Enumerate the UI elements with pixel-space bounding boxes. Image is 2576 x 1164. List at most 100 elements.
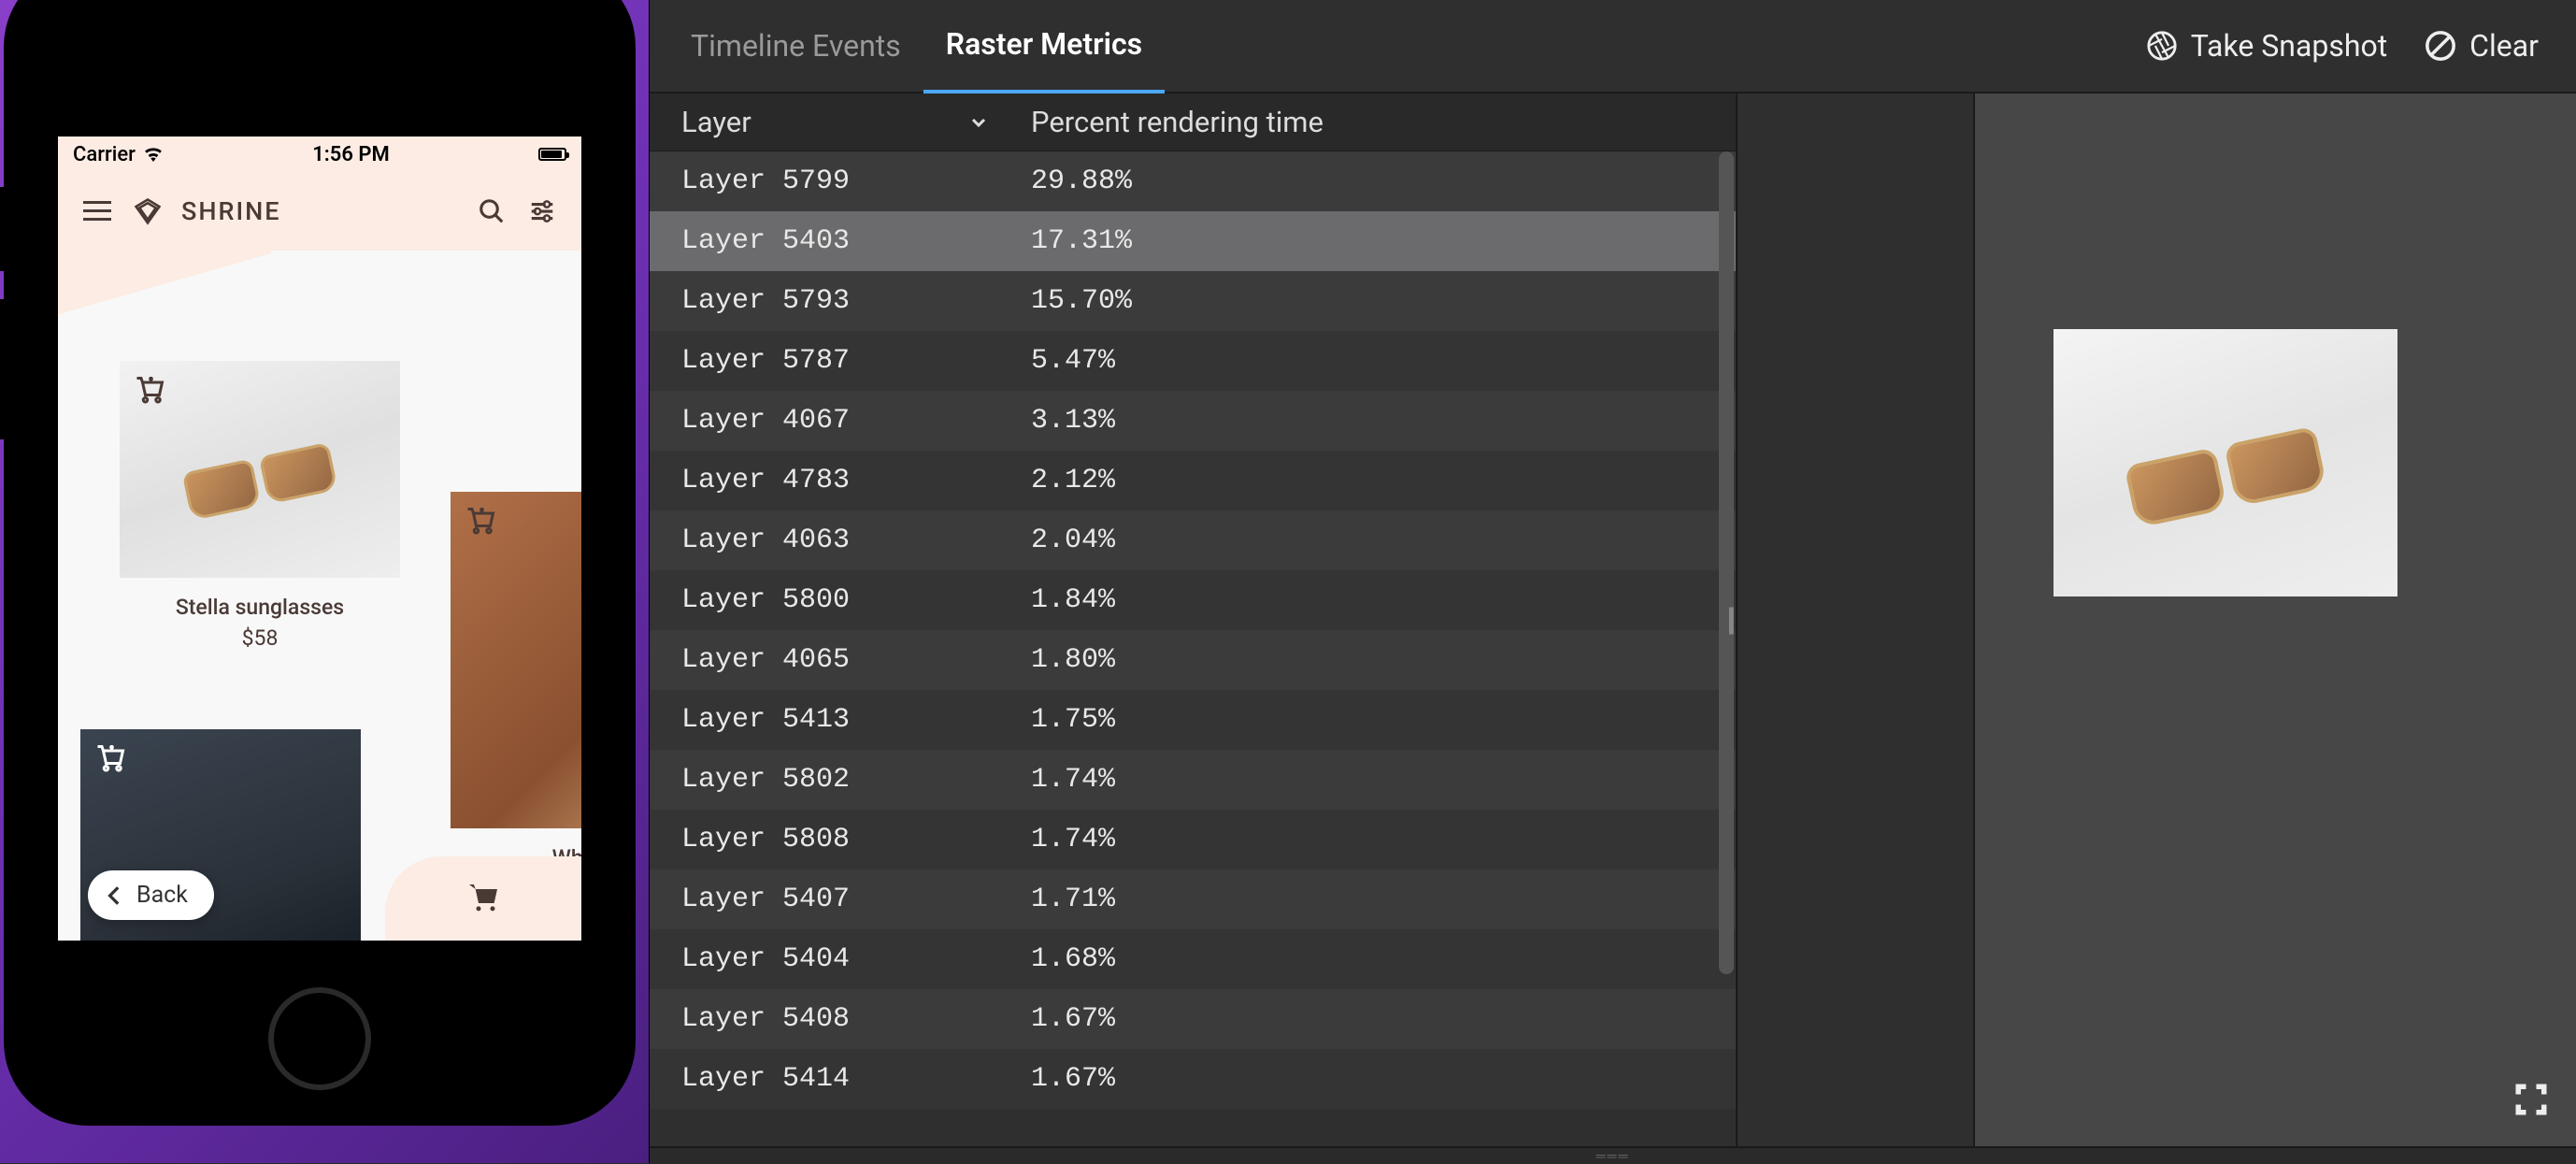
cell-layer: Layer 5407: [650, 884, 1005, 915]
carrier-label: Carrier: [73, 143, 136, 166]
simulator-pane: Carrier 1:56 PM: [0, 0, 649, 1163]
back-button[interactable]: Back: [88, 870, 214, 920]
phone-body: Carrier 1:56 PM: [30, 0, 609, 1099]
table-row[interactable]: Layer 54081.67%: [650, 989, 1736, 1049]
menu-icon[interactable]: [80, 194, 114, 228]
cell-layer: Layer 4063: [650, 525, 1005, 556]
clock-label: 1:56 PM: [312, 143, 390, 166]
cell-layer: Layer 5793: [650, 285, 1005, 317]
cart-icon: [465, 880, 502, 917]
take-snapshot-label: Take Snapshot: [2191, 28, 2387, 64]
cell-layer: Layer 5799: [650, 165, 1005, 197]
cell-layer: Layer 5787: [650, 345, 1005, 377]
cell-percent: 2.04%: [1005, 525, 1736, 556]
cell-percent: 15.70%: [1005, 285, 1736, 317]
table-row[interactable]: Layer 54131.75%: [650, 690, 1736, 750]
cell-layer: Layer 5408: [650, 1003, 1005, 1035]
cart-sheet[interactable]: [385, 856, 581, 941]
tune-icon[interactable]: [525, 194, 559, 228]
table-row[interactable]: Layer 54141.67%: [650, 1049, 1736, 1109]
table-header: Layer Percent rendering time: [650, 93, 1736, 151]
product-price: $58: [120, 625, 400, 651]
cell-percent: 29.88%: [1005, 165, 1736, 197]
app-bar: SHRINE: [58, 172, 581, 251]
cell-layer: Layer 4067: [650, 405, 1005, 437]
cell-percent: 17.31%: [1005, 225, 1736, 257]
preview-pane: ||: [1738, 93, 2576, 1146]
scrollbar[interactable]: [1719, 151, 1734, 974]
product-name: Stella sunglasses: [120, 595, 400, 620]
table-body[interactable]: Layer 579929.88%Layer 540317.31%Layer 57…: [650, 151, 1736, 1146]
column-header-layer[interactable]: Layer: [650, 105, 1005, 139]
cell-percent: 1.68%: [1005, 943, 1736, 975]
bottom-resize-handle[interactable]: ═══: [650, 1146, 2576, 1163]
phone-frame: Carrier 1:56 PM: [4, 0, 636, 1126]
cell-percent: 5.47%: [1005, 345, 1736, 377]
table-row[interactable]: Layer 540317.31%: [650, 211, 1736, 271]
cell-layer: Layer 5800: [650, 584, 1005, 616]
cell-layer: Layer 5404: [650, 943, 1005, 975]
cell-layer: Layer 5808: [650, 824, 1005, 855]
product-card[interactable]: Stella sunglasses $58: [120, 361, 400, 651]
cell-percent: 1.71%: [1005, 884, 1736, 915]
table-row[interactable]: Layer 54041.68%: [650, 929, 1736, 989]
wifi-icon: [143, 147, 164, 162]
chevron-down-icon: [967, 111, 990, 134]
table-row[interactable]: Layer 58001.84%: [650, 570, 1736, 630]
table-row[interactable]: Layer 579315.70%: [650, 271, 1736, 331]
table-row[interactable]: Layer 40632.04%: [650, 510, 1736, 570]
devtools-pane: Timeline Events Raster Metrics Take Snap…: [649, 0, 2576, 1163]
product-card[interactable]: Whitney $35: [451, 492, 581, 901]
table-row[interactable]: Layer 47832.12%: [650, 451, 1736, 510]
layer-preview-area: [1975, 93, 2576, 1146]
cell-layer: Layer 5403: [650, 225, 1005, 257]
back-label: Back: [136, 882, 188, 909]
tab-timeline-events[interactable]: Timeline Events: [668, 0, 923, 92]
content-row: Layer Percent rendering time Layer 57992…: [650, 93, 2576, 1146]
shrine-logo-icon: [131, 194, 165, 228]
cell-layer: Layer 5414: [650, 1063, 1005, 1095]
search-icon[interactable]: [475, 194, 508, 228]
cell-percent: 1.74%: [1005, 824, 1736, 855]
add-cart-icon[interactable]: [464, 505, 497, 539]
cell-percent: 1.74%: [1005, 764, 1736, 796]
product-image: [451, 492, 581, 828]
table-row[interactable]: Layer 58021.74%: [650, 750, 1736, 810]
tab-raster-metrics[interactable]: Raster Metrics: [923, 0, 1165, 94]
cell-percent: 3.13%: [1005, 405, 1736, 437]
cell-layer: Layer 5802: [650, 764, 1005, 796]
tabs-row: Timeline Events Raster Metrics Take Snap…: [650, 0, 2576, 93]
clear-button[interactable]: Clear: [2406, 28, 2557, 64]
chevron-left-icon: [103, 884, 127, 908]
cell-layer: Layer 5413: [650, 704, 1005, 736]
table-row[interactable]: Layer 54071.71%: [650, 869, 1736, 929]
clear-icon: [2425, 30, 2456, 62]
table-row[interactable]: Layer 40673.13%: [650, 391, 1736, 451]
table-row[interactable]: Layer 58081.74%: [650, 810, 1736, 869]
cell-percent: 1.80%: [1005, 644, 1736, 676]
layer-preview-image: [2054, 329, 2397, 596]
cell-layer: Layer 4065: [650, 644, 1005, 676]
battery-icon: [538, 148, 566, 161]
cell-percent: 2.12%: [1005, 465, 1736, 496]
column-header-percent[interactable]: Percent rendering time: [1005, 105, 1736, 139]
cell-percent: 1.67%: [1005, 1003, 1736, 1035]
fullscreen-button[interactable]: [2511, 1079, 2552, 1120]
home-button[interactable]: [268, 987, 371, 1090]
cell-layer: Layer 4783: [650, 465, 1005, 496]
layer-table: Layer Percent rendering time Layer 57992…: [650, 93, 1738, 1146]
table-row[interactable]: Layer 57875.47%: [650, 331, 1736, 391]
product-grid[interactable]: Stella sunglasses $58 Whitney $35: [58, 251, 581, 941]
app-title: SHRINE: [181, 196, 281, 226]
cell-percent: 1.75%: [1005, 704, 1736, 736]
table-row[interactable]: Layer 579929.88%: [650, 151, 1736, 211]
add-cart-icon[interactable]: [93, 742, 127, 776]
cell-percent: 1.84%: [1005, 584, 1736, 616]
cell-percent: 1.67%: [1005, 1063, 1736, 1095]
table-row[interactable]: Layer 40651.80%: [650, 630, 1736, 690]
add-cart-icon[interactable]: [133, 374, 166, 408]
take-snapshot-button[interactable]: Take Snapshot: [2127, 28, 2406, 64]
clear-label: Clear: [2469, 28, 2539, 64]
aperture-icon: [2146, 30, 2178, 62]
product-image: [120, 361, 400, 578]
